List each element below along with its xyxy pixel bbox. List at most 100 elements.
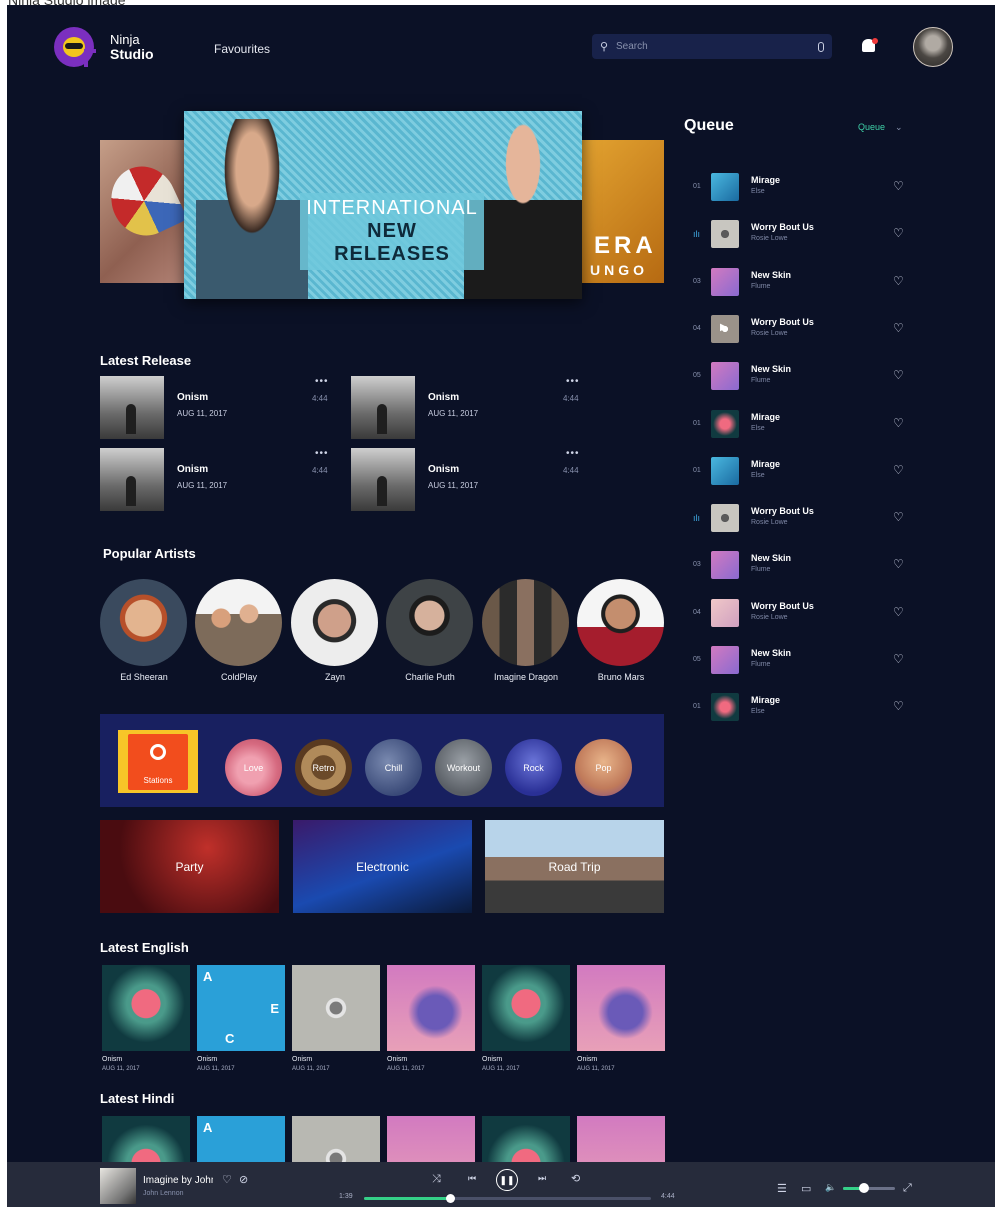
heart-icon[interactable]: ♡	[893, 557, 904, 571]
release-duration: 4:44	[563, 466, 579, 475]
queue-item[interactable]: 01 Mirage Else ♡	[691, 169, 911, 207]
artist-charlie-puth[interactable]: Charlie Puth	[386, 579, 474, 682]
queue-item[interactable]: 01 Mirage Else ♡	[691, 453, 911, 491]
chevron-down-icon: ⌄	[895, 122, 903, 132]
volume-handle[interactable]	[858, 1183, 869, 1193]
queue-item[interactable]: ılı Worry Bout Us Rosie Lowe ♡	[691, 216, 911, 254]
album-title: Onism	[387, 1056, 408, 1063]
heart-icon[interactable]: ♡	[893, 652, 904, 666]
queue-item[interactable]: 04 Worry Bout Us Rosie Lowe ♡	[691, 595, 911, 633]
artist-zayn[interactable]: Zayn	[291, 579, 379, 682]
station-love[interactable]: Love	[225, 739, 282, 796]
search-input[interactable]	[616, 41, 818, 52]
shuffle-icon[interactable]: ⤨	[432, 1173, 441, 1186]
release-item[interactable]: Onism AUG 11, 2017 ••• 4:44	[100, 376, 330, 440]
heart-icon[interactable]: ♡	[893, 699, 904, 713]
release-item[interactable]: Onism AUG 11, 2017 ••• 4:44	[351, 448, 581, 512]
queue-item-cover	[711, 409, 739, 438]
queue-item[interactable]: 03 New Skin Flume ♡	[691, 264, 911, 302]
queue-item[interactable]: ılı Worry Bout Us Rosie Lowe ♡	[691, 500, 911, 538]
artist-bruno-mars[interactable]: Bruno Mars	[577, 579, 665, 682]
release-cover	[351, 448, 415, 511]
repeat-icon[interactable]: ⟲	[571, 1172, 580, 1185]
queue-item[interactable]: 05 New Skin Flume ♡	[691, 642, 911, 680]
queue-item[interactable]: 05 New Skin Flume ♡	[691, 358, 911, 396]
microphone-icon[interactable]	[818, 41, 824, 52]
album-card[interactable]: Onism AUG 11, 2017	[577, 965, 665, 1072]
progress-handle[interactable]	[446, 1194, 456, 1203]
station-workout[interactable]: Workout	[435, 739, 492, 796]
album-card[interactable]: Onism AUG 11, 2017	[387, 965, 475, 1072]
queue-item-artist: Rosie Lowe	[751, 329, 788, 337]
release-duration: 4:44	[312, 466, 328, 475]
heart-icon[interactable]: ♡	[893, 368, 904, 382]
heart-icon[interactable]: ♡	[893, 463, 904, 477]
artist-ed-sheeran[interactable]: Ed Sheeran	[100, 579, 188, 682]
album-card[interactable]: Onism AUG 11, 2017	[482, 965, 570, 1072]
speaker-icon[interactable]: 🔈	[825, 1182, 836, 1193]
heart-icon[interactable]: ♡	[893, 321, 904, 335]
station-label: Chill	[384, 762, 403, 773]
heart-icon[interactable]: ♡	[893, 510, 904, 524]
station-retro[interactable]: Retro	[295, 739, 352, 796]
brand-logo[interactable]: Ninja Studio	[54, 27, 154, 67]
banner-slide-previous[interactable]	[100, 140, 190, 283]
artist-imagine-dragon[interactable]: Imagine Dragon	[482, 579, 570, 682]
queue-item-artist: Else	[751, 471, 765, 479]
queue-list-icon[interactable]: ☰	[777, 1182, 787, 1195]
queue-item[interactable]: 01 Mirage Else ♡	[691, 689, 911, 727]
station-chill[interactable]: Chill	[365, 739, 422, 796]
queue-item-cover	[711, 362, 739, 391]
banner-international-new-releases[interactable]: INTERNATIONAL NEW RELEASES	[184, 111, 582, 299]
heart-icon[interactable]: ♡	[893, 605, 904, 619]
player-bar: Imagine by John Lennon John Lennon ♡ ⊘ ⤨…	[7, 1162, 995, 1207]
release-item[interactable]: Onism AUG 11, 2017 ••• 4:44	[100, 448, 330, 512]
queue-item[interactable]: 01 Mirage Else ♡	[691, 406, 911, 444]
artist-coldplay[interactable]: ColdPlay	[195, 579, 283, 682]
banner-slide-next[interactable]: ERA UNGO	[582, 140, 664, 283]
more-options-icon[interactable]: •••	[566, 376, 580, 387]
stations-label: Stations	[143, 776, 173, 785]
release-date: AUG 11, 2017	[177, 409, 228, 418]
banner-next-text-2: UNGO	[590, 262, 648, 278]
user-avatar[interactable]	[913, 27, 953, 67]
now-playing-title[interactable]: Imagine by John Lennon	[143, 1175, 213, 1186]
release-item[interactable]: Onism AUG 11, 2017 ••• 4:44	[351, 376, 581, 440]
queue-item[interactable]: 04 ▶ Worry Bout Us Rosie Lowe ♡	[691, 311, 911, 349]
artist-name: Bruno Mars	[597, 672, 645, 682]
now-playing-cover[interactable]	[100, 1168, 136, 1204]
progress-slider[interactable]	[364, 1194, 651, 1203]
queue-item-number: 01	[693, 466, 701, 474]
queue-item[interactable]: 03 New Skin Flume ♡	[691, 547, 911, 585]
block-icon[interactable]: ⊘	[239, 1173, 248, 1186]
heart-icon[interactable]: ♡	[893, 416, 904, 430]
heart-icon[interactable]: ♡	[893, 226, 904, 240]
mood-electronic[interactable]: Electronic	[293, 820, 472, 913]
station-rock[interactable]: Rock	[505, 739, 562, 796]
heart-icon[interactable]: ♡	[893, 179, 904, 193]
more-options-icon[interactable]: •••	[566, 448, 580, 459]
play-icon[interactable]: ▶	[720, 322, 728, 333]
more-options-icon[interactable]: •••	[315, 448, 329, 459]
mood-road-trip[interactable]: Road Trip	[485, 820, 664, 913]
previous-track-icon[interactable]: ⏮	[468, 1173, 476, 1184]
now-playing-artist[interactable]: John Lennon	[143, 1190, 183, 1197]
album-card[interactable]: Onism AUG 11, 2017	[102, 965, 190, 1072]
nav-favourites-link[interactable]: Favourites	[214, 42, 270, 56]
next-track-icon[interactable]: ⏭	[538, 1173, 546, 1184]
mood-party[interactable]: Party	[100, 820, 279, 913]
volume-slider[interactable]	[843, 1183, 895, 1193]
queue-dropdown[interactable]: Queue ⌄	[858, 122, 903, 133]
station-pop[interactable]: Pop	[575, 739, 632, 796]
album-card[interactable]: A E C Onism AUG 11, 2017	[197, 965, 285, 1072]
more-options-icon[interactable]: •••	[315, 376, 329, 387]
devices-icon[interactable]: ▭	[801, 1182, 811, 1195]
album-card[interactable]: Onism AUG 11, 2017	[292, 965, 380, 1072]
pause-button[interactable]: ❚❚	[496, 1169, 518, 1191]
like-heart-icon[interactable]: ♡	[222, 1173, 232, 1186]
heart-icon[interactable]: ♡	[893, 274, 904, 288]
notification-bell-icon[interactable]	[861, 38, 878, 55]
ninja-logo-icon	[54, 27, 96, 67]
fullscreen-icon[interactable]: ⤢	[903, 1182, 912, 1195]
stations-button[interactable]: Stations	[118, 730, 198, 793]
